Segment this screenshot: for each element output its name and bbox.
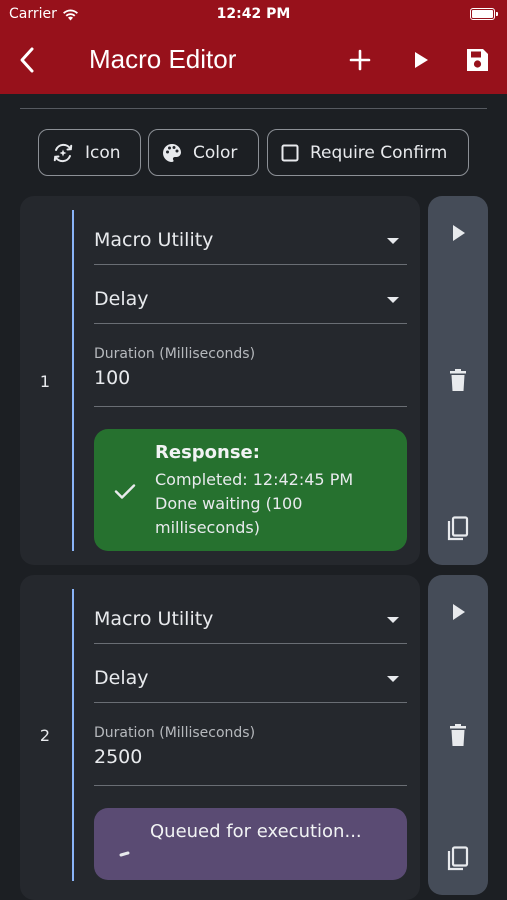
step-number: 2 — [39, 726, 51, 745]
action-dropdown[interactable]: Delay — [94, 657, 407, 703]
status-bar: Carrier 12:42 PM — [0, 0, 507, 28]
dropdown-arrow-icon — [387, 676, 399, 682]
add-icon[interactable] — [344, 44, 376, 76]
require-confirm-label: Require Confirm — [310, 142, 448, 163]
queued-panel: Queued for execution... — [94, 808, 407, 880]
app-bar: Carrier 12:42 PM Macro Editor — [0, 0, 507, 94]
toolbar: Macro Editor — [0, 28, 507, 94]
delete-icon[interactable] — [444, 366, 472, 394]
response-message: Done waiting (100 — [155, 494, 303, 513]
duration-input[interactable]: 2500 — [94, 746, 142, 768]
category-dropdown[interactable]: Macro Utility — [94, 598, 407, 644]
checkbox-icon[interactable] — [280, 143, 300, 163]
action-value: Delay — [94, 288, 149, 310]
require-confirm-toggle[interactable]: Require Confirm — [267, 129, 469, 176]
dropdown-arrow-icon — [387, 297, 399, 303]
status-time: 12:42 PM — [216, 6, 291, 22]
dropdown-arrow-icon — [387, 617, 399, 623]
category-value: Macro Utility — [94, 229, 214, 251]
delete-icon[interactable] — [444, 721, 472, 749]
category-value: Macro Utility — [94, 608, 214, 630]
check-icon — [114, 484, 136, 499]
icon-button[interactable]: Icon — [38, 129, 141, 176]
response-title: Response: — [155, 442, 260, 463]
copy-icon[interactable] — [444, 845, 472, 873]
loading-spinner-icon — [119, 851, 130, 857]
battery-icon — [470, 8, 498, 20]
action-value: Delay — [94, 667, 149, 689]
color-button[interactable]: Color — [148, 129, 259, 176]
duration-input[interactable]: 100 — [94, 367, 130, 389]
duration-label: Duration (Milliseconds) — [94, 346, 256, 362]
duration-field[interactable]: Duration (Milliseconds) 2500 — [94, 725, 407, 786]
queued-status: Queued for execution... — [150, 821, 362, 842]
page-title: Macro Editor — [89, 44, 237, 74]
duration-field[interactable]: Duration (Milliseconds) 100 — [94, 346, 407, 407]
play-icon[interactable] — [405, 44, 437, 76]
response-panel: Response: Completed: 12:42:45 PM Done wa… — [94, 429, 407, 551]
step-indicator-line — [72, 589, 74, 881]
response-completed-time: Completed: 12:42:45 PM — [155, 470, 354, 489]
icon-button-label: Icon — [85, 142, 121, 163]
save-icon[interactable] — [461, 44, 493, 76]
category-dropdown[interactable]: Macro Utility — [94, 219, 407, 265]
action-dropdown[interactable]: Delay — [94, 278, 407, 324]
run-step-icon[interactable] — [444, 219, 472, 247]
step-number: 1 — [39, 372, 51, 391]
duration-label: Duration (Milliseconds) — [94, 725, 256, 741]
run-step-icon[interactable] — [444, 598, 472, 626]
palette-icon — [163, 143, 182, 162]
step-indicator-line — [72, 210, 74, 551]
divider — [20, 108, 487, 109]
dropdown-arrow-icon — [387, 238, 399, 244]
response-message-cont: milliseconds) — [155, 518, 261, 537]
color-button-label: Color — [193, 142, 238, 163]
back-arrow-icon[interactable] — [14, 44, 42, 76]
copy-icon[interactable] — [444, 515, 472, 543]
change-icon-icon — [53, 143, 73, 162]
